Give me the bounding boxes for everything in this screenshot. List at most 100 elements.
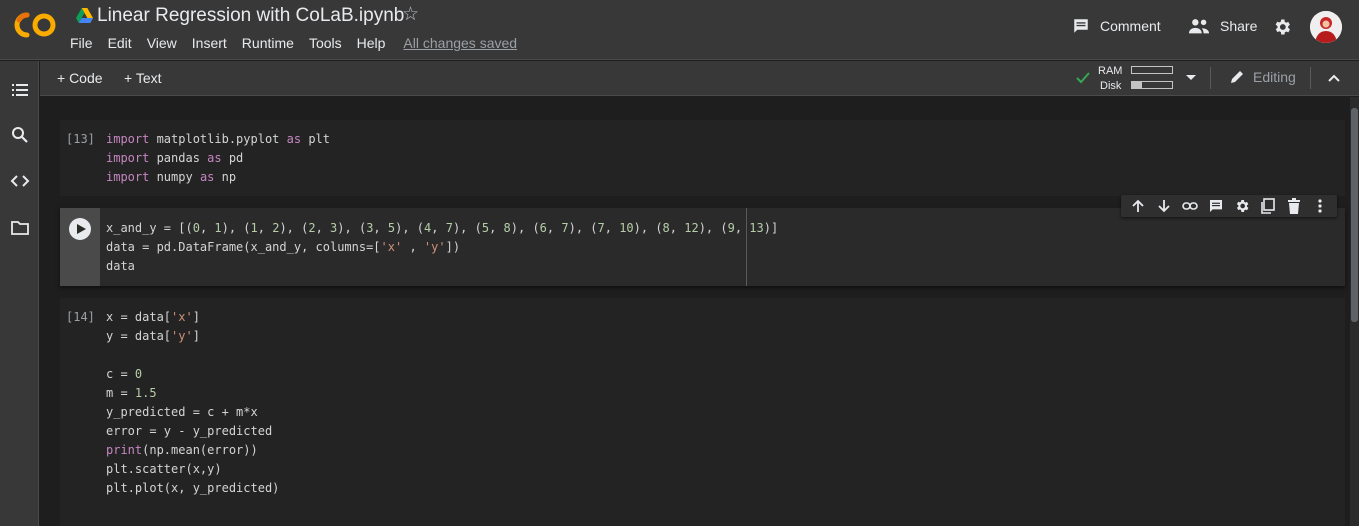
code-token: , bbox=[199, 221, 215, 235]
code-token: 5 bbox=[481, 221, 490, 235]
add-code-button[interactable]: + Code bbox=[57, 69, 103, 87]
ram-usage-bar bbox=[1131, 66, 1173, 74]
code-token: , bbox=[257, 221, 273, 235]
code-token: x_and_y = [( bbox=[106, 221, 193, 235]
disk-usage-bar bbox=[1131, 81, 1173, 89]
code-line[interactable]: x = data['x'] bbox=[106, 308, 279, 327]
code-line[interactable]: m = 1.5 bbox=[106, 384, 279, 403]
colab-logo[interactable] bbox=[14, 11, 58, 39]
code-line[interactable]: plt.plot(x, y_predicted) bbox=[106, 479, 279, 498]
code-token: 7 bbox=[445, 221, 453, 235]
menu-file[interactable]: File bbox=[70, 34, 93, 52]
resource-monitor[interactable]: RAM Disk bbox=[1098, 63, 1218, 93]
code-line[interactable]: data = pd.DataFrame(x_and_y, columns=['x… bbox=[106, 238, 778, 257]
scrollbar-thumb[interactable] bbox=[1351, 108, 1358, 322]
more-options-icon[interactable] bbox=[1311, 197, 1329, 215]
code-token: as bbox=[207, 151, 222, 165]
files-folder-icon[interactable] bbox=[10, 218, 30, 238]
user-avatar[interactable] bbox=[1310, 11, 1342, 43]
code-token: 7 bbox=[597, 221, 605, 235]
code-token: ), ( bbox=[452, 221, 482, 235]
code-editor[interactable]: import matplotlib.pyplot as plt import pa… bbox=[106, 130, 330, 187]
code-token: , bbox=[373, 221, 388, 235]
add-text-button[interactable]: + Text bbox=[124, 69, 162, 87]
menu-bar: File Edit View Insert Runtime Tools Help… bbox=[70, 34, 517, 52]
code-cell-focused[interactable]: x_and_y = [(0, 1), (1, 2), (2, 3), (3, 5… bbox=[60, 208, 1345, 286]
code-token: 0 bbox=[134, 367, 143, 381]
code-line[interactable]: y_predicted = c + m*x bbox=[106, 403, 279, 422]
comment-label: Comment bbox=[1100, 18, 1161, 34]
code-token: as bbox=[199, 170, 215, 184]
code-token: ), ( bbox=[337, 221, 367, 235]
code-line[interactable]: import numpy as np bbox=[106, 168, 330, 187]
code-cell[interactable]: [13] import matplotlib.pyplot as plt impo… bbox=[60, 120, 1345, 196]
code-token: , bbox=[431, 221, 446, 235]
code-token: pandas bbox=[149, 151, 208, 165]
connected-check-icon bbox=[1076, 72, 1090, 84]
code-token: print bbox=[106, 443, 143, 457]
menu-insert[interactable]: Insert bbox=[192, 34, 227, 52]
code-line[interactable]: import matplotlib.pyplot as plt bbox=[106, 130, 330, 149]
code-snippets-icon[interactable] bbox=[10, 171, 30, 191]
code-token: , bbox=[604, 221, 620, 235]
comment-icon[interactable] bbox=[1207, 197, 1225, 215]
code-token: 6 bbox=[539, 221, 547, 235]
cell-execution-count: [13] bbox=[66, 132, 95, 146]
comment-button[interactable]: Comment bbox=[1072, 17, 1161, 35]
code-cell[interactable]: [14] x = data['x'] y = data['y'] c = 0m = … bbox=[60, 298, 1345, 526]
cell-execution-count: [14] bbox=[66, 310, 95, 324]
code-line[interactable]: print(np.mean(error)) bbox=[106, 441, 279, 460]
menu-runtime[interactable]: Runtime bbox=[242, 34, 294, 52]
code-token: 1.5 bbox=[134, 386, 157, 400]
code-token: import bbox=[106, 132, 150, 146]
disk-label: Disk bbox=[1100, 80, 1122, 92]
code-token: , bbox=[489, 221, 504, 235]
save-status[interactable]: All changes saved bbox=[403, 34, 517, 52]
code-editor[interactable]: x = data['x'] y = data['y'] c = 0m = 1.5 y_… bbox=[106, 308, 279, 498]
menu-tools[interactable]: Tools bbox=[309, 34, 342, 52]
cell-settings-gear-icon[interactable] bbox=[1233, 197, 1251, 215]
code-line[interactable] bbox=[106, 346, 279, 365]
code-token: c = bbox=[106, 367, 135, 381]
code-token: , bbox=[402, 240, 424, 254]
settings-gear-icon[interactable] bbox=[1272, 17, 1292, 37]
code-token: 0 bbox=[192, 221, 200, 235]
mirror-cell-icon[interactable] bbox=[1259, 197, 1277, 215]
star-icon[interactable]: ☆ bbox=[402, 4, 419, 26]
google-drive-icon[interactable] bbox=[76, 8, 93, 23]
runtime-dropdown-icon[interactable] bbox=[1186, 74, 1196, 82]
link-icon[interactable] bbox=[1181, 197, 1199, 215]
code-line[interactable]: y = data['y'] bbox=[106, 327, 279, 346]
editing-mode-button[interactable]: Editing bbox=[1229, 69, 1296, 85]
delete-trash-icon[interactable] bbox=[1285, 197, 1303, 215]
code-editor[interactable]: x_and_y = [(0, 1), (1, 2), (2, 3), (3, 5… bbox=[106, 219, 778, 276]
code-token: ), ( bbox=[510, 221, 540, 235]
code-line[interactable]: plt.scatter(x,y) bbox=[106, 460, 279, 479]
code-token: 'x' bbox=[380, 240, 403, 254]
share-button[interactable]: Share bbox=[1188, 17, 1257, 35]
code-line[interactable]: data bbox=[106, 257, 778, 276]
chevron-up-icon[interactable] bbox=[1326, 70, 1342, 86]
code-line[interactable]: c = 0 bbox=[106, 365, 279, 384]
menu-help[interactable]: Help bbox=[357, 34, 386, 52]
toolbar-divider-2 bbox=[1310, 67, 1311, 89]
code-token: ), ( bbox=[633, 221, 663, 235]
code-token: ]) bbox=[445, 240, 461, 254]
code-token: y_predicted = c + m*x bbox=[106, 405, 258, 419]
code-token: 1 bbox=[214, 221, 222, 235]
code-token: np bbox=[214, 170, 237, 184]
table-of-contents-icon[interactable] bbox=[10, 80, 30, 100]
menu-view[interactable]: View bbox=[147, 34, 177, 52]
code-token: data bbox=[106, 259, 135, 273]
menu-edit[interactable]: Edit bbox=[108, 34, 132, 52]
code-token: y = data[ bbox=[106, 329, 172, 343]
notebook-title[interactable]: Linear Regression with CoLaB.ipynb bbox=[97, 5, 404, 27]
code-line[interactable]: import pandas as pd bbox=[106, 149, 330, 168]
run-cell-button[interactable] bbox=[69, 218, 91, 240]
move-cell-down-icon[interactable] bbox=[1155, 197, 1173, 215]
move-cell-up-icon[interactable] bbox=[1129, 197, 1147, 215]
code-line[interactable]: error = y - y_predicted bbox=[106, 422, 279, 441]
code-line[interactable]: x_and_y = [(0, 1), (1, 2), (2, 3), (3, 5… bbox=[106, 219, 778, 238]
code-token: data = pd.DataFrame(x_and_y, columns=[ bbox=[106, 240, 381, 254]
search-icon[interactable] bbox=[10, 125, 30, 145]
